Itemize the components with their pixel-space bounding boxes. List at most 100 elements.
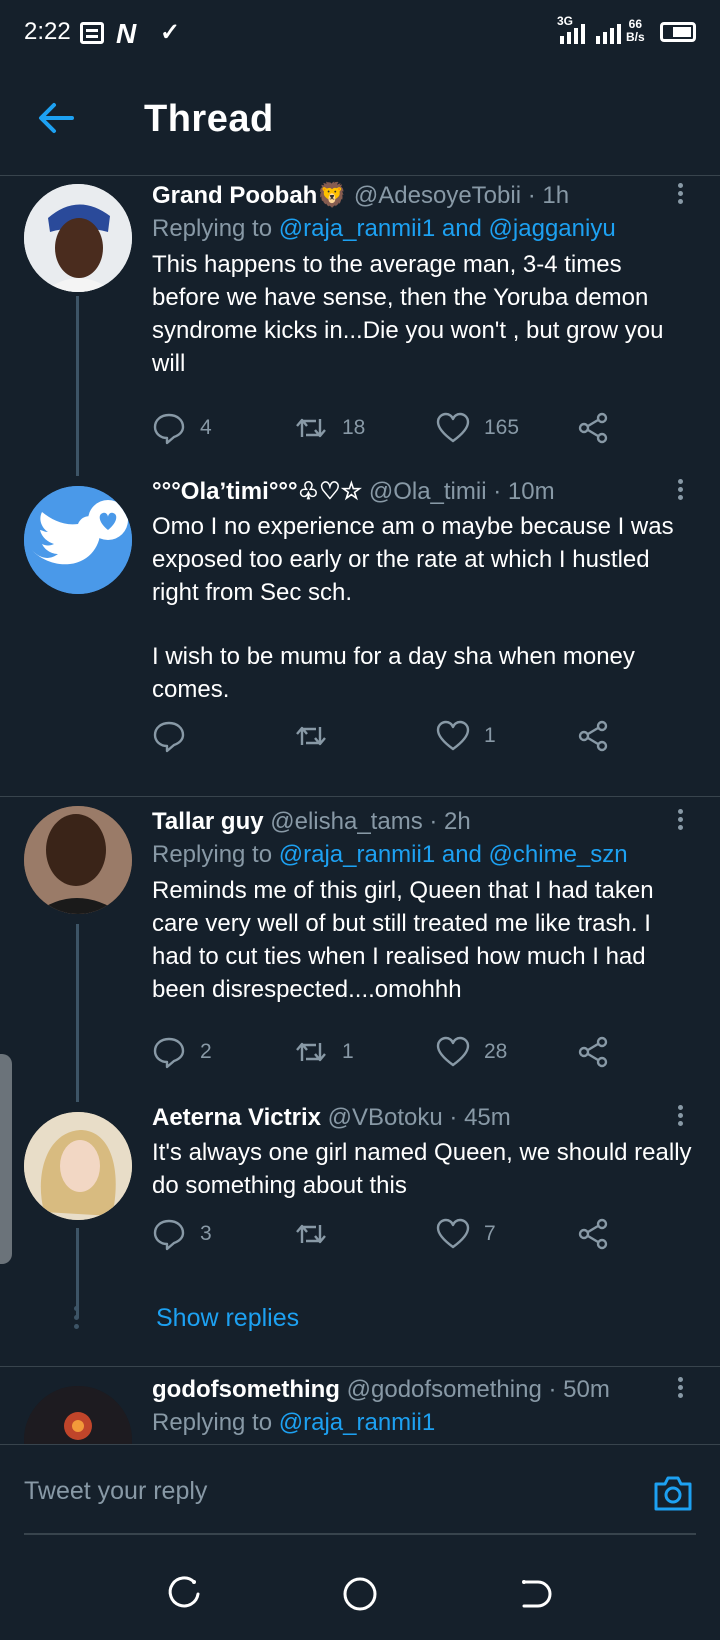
tweet-actions: 1	[152, 716, 632, 756]
timestamp: · 2h	[429, 808, 471, 835]
tweet[interactable]: Tallar guy @elisha_tams · 2h Replying to…	[0, 806, 720, 1102]
mention-link[interactable]: @raja_ranmii1	[279, 1409, 435, 1436]
handle[interactable]: @Ola_timii	[369, 478, 487, 505]
netflix-n-icon: N	[116, 18, 137, 49]
handle[interactable]: @AdesoyeTobii	[354, 182, 521, 209]
reply-input[interactable]: Tweet your reply	[24, 1477, 207, 1506]
replying-to: Replying to @raja_ranmii1 and @chime_szn	[152, 838, 692, 872]
like-count: 28	[484, 1040, 508, 1063]
timestamp: · 45m	[449, 1104, 511, 1131]
handle[interactable]: @godofsomething	[347, 1376, 542, 1403]
tweet-header: Tallar guy @elisha_tams · 2h	[152, 806, 692, 838]
avatar[interactable]	[24, 1386, 132, 1444]
tweet-body: Aeterna Victrix @VBotoku · 45m It's alwa…	[152, 1102, 692, 1202]
back-arrow-icon[interactable]	[36, 98, 76, 138]
tweet[interactable]: °°°Ola’timi°°°♧♡☆ @Ola_timii · 10m Omo I…	[0, 476, 720, 796]
display-name[interactable]: godofsomething	[152, 1376, 340, 1403]
tweet[interactable]: godofsomething @godofsomething · 50m Rep…	[0, 1374, 720, 1444]
share-button[interactable]	[576, 716, 610, 756]
mention-link[interactable]: @raja_ranmii1 and @jagganiyu	[279, 215, 616, 242]
display-name[interactable]: Grand Poobah	[152, 182, 317, 209]
reply-button[interactable]: 4	[152, 408, 212, 448]
display-name[interactable]: Aeterna Victrix	[152, 1104, 321, 1131]
heart-icon	[436, 412, 470, 443]
back-nav-icon[interactable]	[516, 1574, 556, 1614]
avatar[interactable]	[24, 806, 132, 914]
share-button[interactable]	[576, 1214, 610, 1254]
handle[interactable]: @elisha_tams	[270, 808, 422, 835]
reply-icon	[153, 1037, 185, 1069]
tweet-actions: 3 7	[152, 1214, 632, 1254]
like-button[interactable]: 165	[436, 408, 519, 448]
more-options-icon[interactable]	[670, 476, 690, 504]
share-button[interactable]	[576, 1032, 610, 1072]
avatar[interactable]	[24, 1112, 132, 1220]
handle[interactable]: @VBotoku	[328, 1104, 443, 1131]
retweet-icon	[296, 1042, 326, 1062]
retweet-button[interactable]	[294, 716, 342, 756]
data-speed-value: 66	[628, 17, 643, 31]
checklist-icon: ✓	[160, 19, 181, 46]
replying-to: Replying to @raja_ranmii1 and @jagganiyu	[152, 212, 692, 246]
retweet-count: 1	[342, 1040, 354, 1063]
thread-feed[interactable]: Grand Poobah🦁 @AdesoyeTobii · 1h Replyin…	[0, 176, 720, 1444]
data-speed-unit: B/s	[626, 30, 645, 44]
tweet[interactable]: Grand Poobah🦁 @AdesoyeTobii · 1h Replyin…	[0, 176, 720, 476]
avatar[interactable]	[24, 486, 132, 594]
mention-link[interactable]: @raja_ranmii1 and @chime_szn	[279, 841, 628, 868]
retweet-button[interactable]	[294, 1214, 342, 1254]
tweet-header: godofsomething @godofsomething · 50m	[152, 1374, 692, 1406]
share-icon	[578, 1218, 608, 1250]
like-count: 165	[484, 416, 520, 439]
display-name[interactable]: Tallar guy	[152, 808, 264, 835]
more-options-icon[interactable]	[670, 180, 690, 208]
more-options-icon[interactable]	[670, 806, 690, 834]
more-options-icon[interactable]	[670, 1102, 690, 1130]
tweet-text: It's always one girl named Queen, we sho…	[152, 1139, 692, 1199]
timestamp: · 1h	[527, 182, 570, 209]
tweet[interactable]: Aeterna Victrix @VBotoku · 45m It's alwa…	[0, 1102, 720, 1318]
show-replies-link[interactable]: Show replies	[156, 1304, 299, 1333]
tweet-text: This happens to the average man, 3-4 tim…	[152, 251, 664, 377]
tweet-header: °°°Ola’timi°°°♧♡☆ @Ola_timii · 10m	[152, 476, 692, 508]
home-button-icon[interactable]	[340, 1574, 380, 1614]
tweet-body: °°°Ola’timi°°°♧♡☆ @Ola_timii · 10m Omo I…	[152, 476, 692, 706]
edge-panel-handle[interactable]	[0, 1054, 12, 1264]
retweet-button[interactable]: 1	[294, 1032, 354, 1072]
reply-composer[interactable]: Tweet your reply	[0, 1444, 720, 1544]
reply-icon	[153, 413, 185, 445]
reply-count: 2	[200, 1040, 212, 1063]
reply-count: 3	[200, 1222, 212, 1245]
recent-apps-icon[interactable]	[164, 1574, 204, 1614]
signal-icon-1	[560, 24, 585, 44]
retweet-icon	[296, 726, 326, 746]
retweet-button[interactable]: 18	[294, 408, 365, 448]
share-button[interactable]	[576, 408, 610, 448]
reply-input-underline	[24, 1533, 696, 1535]
tweet-body: godofsomething @godofsomething · 50m Rep…	[152, 1374, 692, 1440]
battery-icon	[660, 22, 696, 42]
lion-emoji: 🦁	[317, 182, 348, 209]
tweet-header: Grand Poobah🦁 @AdesoyeTobii · 1h	[152, 180, 692, 212]
share-icon	[578, 1036, 608, 1068]
replying-to: Replying to @raja_ranmii1	[152, 1406, 692, 1440]
share-icon	[578, 720, 608, 752]
display-name[interactable]: °°°Ola’timi°°°♧♡☆	[152, 478, 362, 505]
camera-icon[interactable]	[652, 1473, 694, 1513]
avatar[interactable]	[24, 184, 132, 292]
avatar-photo	[24, 184, 132, 292]
app-bar: Thread	[0, 64, 720, 176]
like-button[interactable]: 28	[436, 1032, 507, 1072]
reply-button[interactable]: 3	[152, 1214, 212, 1254]
reply-button[interactable]	[152, 716, 200, 756]
reply-icon	[153, 721, 185, 753]
like-button[interactable]: 7	[436, 1214, 496, 1254]
system-nav-bar	[0, 1544, 720, 1640]
like-button[interactable]: 1	[436, 716, 496, 756]
replying-to-label: Replying to	[152, 841, 279, 868]
retweet-count: 18	[342, 416, 366, 439]
twitter-bird-avatar-icon	[24, 486, 132, 594]
reply-button[interactable]: 2	[152, 1032, 212, 1072]
tweet-text: Omo I no experience am o maybe because I…	[152, 513, 674, 606]
more-options-icon[interactable]	[670, 1374, 690, 1402]
